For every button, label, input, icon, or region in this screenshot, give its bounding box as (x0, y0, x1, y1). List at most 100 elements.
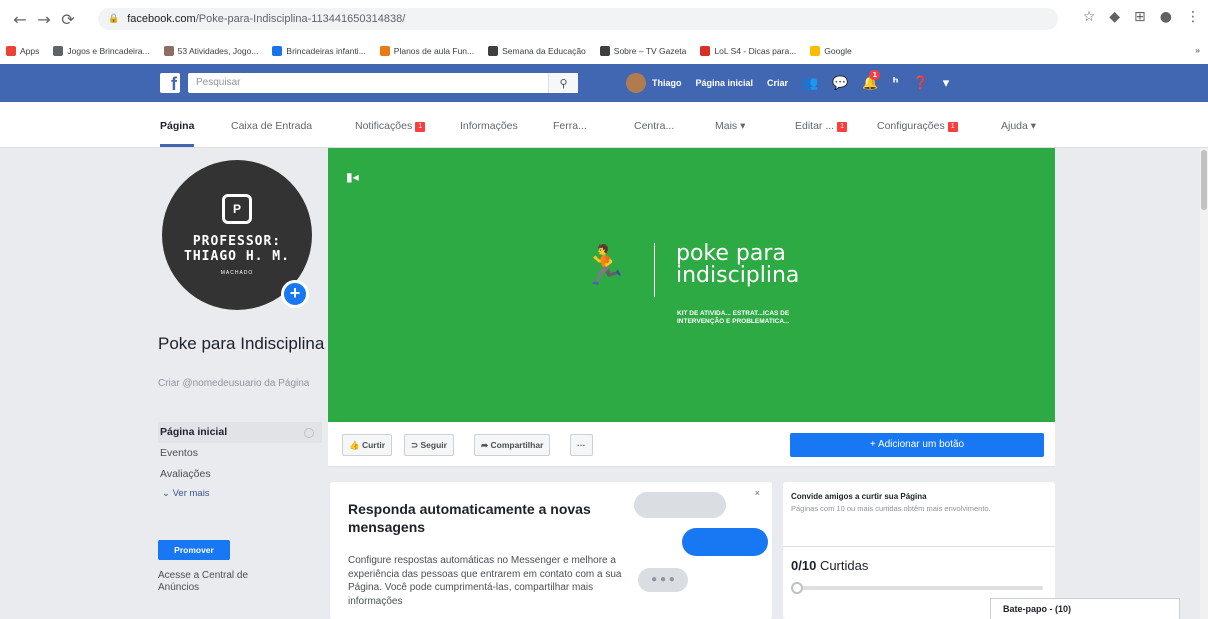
home-link[interactable]: Página inicial (696, 78, 754, 88)
status-dot-icon (304, 428, 314, 438)
invite-subtitle: Páginas com 10 ou mais curtidas obtêm ma… (791, 504, 991, 513)
star-icon[interactable]: ☆ (1083, 9, 1096, 25)
nav-item-home[interactable]: Página inicial (158, 422, 322, 443)
likes-counter: 0/10 Curtidas (791, 558, 868, 573)
progress-knob (791, 582, 803, 594)
bookmark-favicon-icon (163, 46, 174, 56)
nav-item-events[interactable]: Eventos (158, 443, 322, 464)
tab-item[interactable]: Notificações 1 (355, 120, 426, 132)
like-button[interactable]: 👍 Curtir (342, 434, 393, 456)
likes-label: Curtidas (819, 558, 869, 573)
page-title[interactable]: Poke para Indisciplina (158, 333, 328, 355)
bookmark-label: Semana da Educação (502, 46, 586, 56)
friends-icon[interactable]: 👥 (802, 76, 818, 91)
tab-item[interactable]: Página (160, 120, 195, 147)
video-camera-icon: ▮◂ (346, 170, 359, 184)
bookmark-item[interactable]: Google (810, 46, 852, 56)
tab-label: Configurações (877, 120, 945, 132)
plus-icon: + (289, 283, 301, 303)
quick-help-icon[interactable]: ʰ (893, 76, 899, 91)
tab-item[interactable]: Configurações 1 (877, 120, 958, 132)
bookmark-item[interactable]: Sobre – TV Gazeta (599, 46, 687, 56)
user-avatar[interactable] (626, 73, 646, 93)
bookmark-favicon-icon (272, 46, 283, 56)
bookmark-label: 53 Atividades, Jogo... (177, 46, 259, 56)
ads-center-link[interactable]: Acesse a Central de Anúncios (158, 570, 278, 594)
bookmark-label: Apps (20, 46, 40, 56)
bookmark-item[interactable]: Jogos e Brincadeira... (53, 46, 150, 56)
more-bookmarks-icon[interactable]: » (1195, 45, 1200, 55)
scrollbar-thumb[interactable] (1201, 150, 1207, 210)
back-icon[interactable]: ← (8, 7, 32, 31)
forward-icon[interactable]: → (32, 7, 56, 31)
bookmark-item[interactable]: Brincadeiras infanti... (272, 46, 366, 56)
scrollbar[interactable] (1200, 148, 1208, 619)
account-menu-icon[interactable]: ▾ (943, 76, 950, 91)
tab-item[interactable]: Ferra... (553, 120, 587, 132)
bookmark-label: LoL S4 - Dicas para... (714, 46, 797, 56)
tab-item[interactable]: Editar ... 1 (795, 120, 848, 132)
create-link[interactable]: Criar (767, 78, 788, 88)
cover-subtitle: KIT DE ATIVIDA... ESTRAT...ICAS DE INTER… (677, 310, 790, 325)
bookmark-label: Sobre – TV Gazeta (613, 46, 687, 56)
tab-item[interactable]: Centra... (634, 120, 674, 132)
invite-title[interactable]: Convide amigos a curtir sua Página (791, 492, 927, 501)
notification-badge: 1 (947, 122, 958, 132)
browser-chrome: ← → ⟳ 🔒 facebook.com/Poke-para-Indiscipl… (0, 0, 1208, 64)
extension-icon[interactable]: ⊞ (1134, 9, 1146, 25)
see-more-link[interactable]: ⌄ Ver mais (158, 485, 322, 503)
bookmark-item[interactable]: Apps (6, 46, 39, 56)
divider (783, 546, 1055, 547)
close-icon[interactable]: × (755, 488, 760, 498)
likes-progress-bar (793, 586, 1043, 590)
tab-item[interactable]: Caixa de Entrada (231, 120, 312, 132)
reload-icon[interactable]: ⟳ (56, 7, 80, 31)
bookmark-favicon-icon (379, 46, 390, 56)
more-options-button[interactable]: ··· (570, 434, 593, 456)
bookmark-item[interactable]: 53 Atividades, Jogo... (163, 46, 259, 56)
create-username-link[interactable]: Criar @nomedeusuario da Página (158, 378, 328, 390)
search-input[interactable]: Pesquisar (188, 73, 578, 93)
facebook-header: f Pesquisar ⚲ Thiago Página inicial Cria… (0, 64, 1208, 102)
logo-line-1: PROFESSOR: (192, 234, 282, 249)
add-photo-button[interactable]: + (281, 280, 309, 308)
promote-button[interactable]: Promover (158, 540, 230, 560)
likes-value: 0/10 (791, 558, 817, 573)
cover-video[interactable]: ▮◂ 🏃 poke para indisciplina KIT DE ATIVI… (328, 148, 1055, 422)
cover-divider (654, 243, 655, 297)
help-icon[interactable]: ❓ (913, 76, 929, 91)
extension-icon[interactable]: ◆ (1109, 9, 1120, 25)
nav-item-reviews[interactable]: Avaliações (158, 464, 322, 485)
notification-badge: 1 (837, 122, 848, 132)
gray-bubble-illustration (634, 492, 726, 518)
notifications-icon[interactable]: 🔔 1 (862, 69, 881, 91)
blue-bubble-illustration (682, 528, 768, 556)
facebook-logo-icon[interactable]: f (160, 73, 180, 94)
auto-reply-title: Responda automaticamente a novas mensage… (348, 501, 591, 535)
profile-avatar-icon[interactable]: ● (1160, 9, 1172, 25)
bookmark-label: Google (824, 46, 852, 56)
bookmark-item[interactable]: Planos de aula Fun... (379, 46, 474, 56)
messenger-icon[interactable]: 💬 (832, 76, 848, 91)
share-button[interactable]: ➦ Compartilhar (474, 434, 551, 456)
search-button[interactable]: ⚲ (548, 73, 578, 93)
page-action-bar: 👍 Curtir ⊃ Seguir ➦ Compartilhar ··· + A… (328, 422, 1055, 467)
add-button-cta[interactable]: + Adicionar um botão (790, 433, 1044, 457)
address-bar[interactable]: 🔒 facebook.com/Poke-para-Indisciplina-11… (98, 8, 1058, 30)
auto-reply-card: Responda automaticamente a novas mensage… (330, 482, 772, 619)
follow-button[interactable]: ⊃ Seguir (404, 434, 454, 456)
profile-link[interactable]: Thiago (652, 78, 682, 88)
cover-title: poke para indisciplina (676, 243, 799, 287)
menu-icon[interactable]: ⋮ (1186, 9, 1200, 25)
logo-line-2: THIAGO H. M. (184, 249, 290, 264)
chat-bar[interactable]: Bate-papo - (10) (990, 598, 1180, 619)
tab-item[interactable]: Informações (460, 120, 518, 132)
typing-bubble-illustration: ● ● ● (638, 568, 688, 592)
tab-item[interactable]: Ajuda ▾ (1001, 120, 1036, 132)
url-path: /Poke-para-Indisciplina-113441650314838/ (195, 13, 406, 25)
bookmark-item[interactable]: LoL S4 - Dicas para... (700, 46, 796, 56)
bookmark-item[interactable]: Semana da Educação (488, 46, 586, 56)
page-tabs: Página Caixa de Entrada Notificações 1 Infor… (0, 102, 1208, 148)
cover-title-line-1: poke para (676, 241, 786, 266)
tab-item[interactable]: Mais ▾ (715, 120, 745, 132)
